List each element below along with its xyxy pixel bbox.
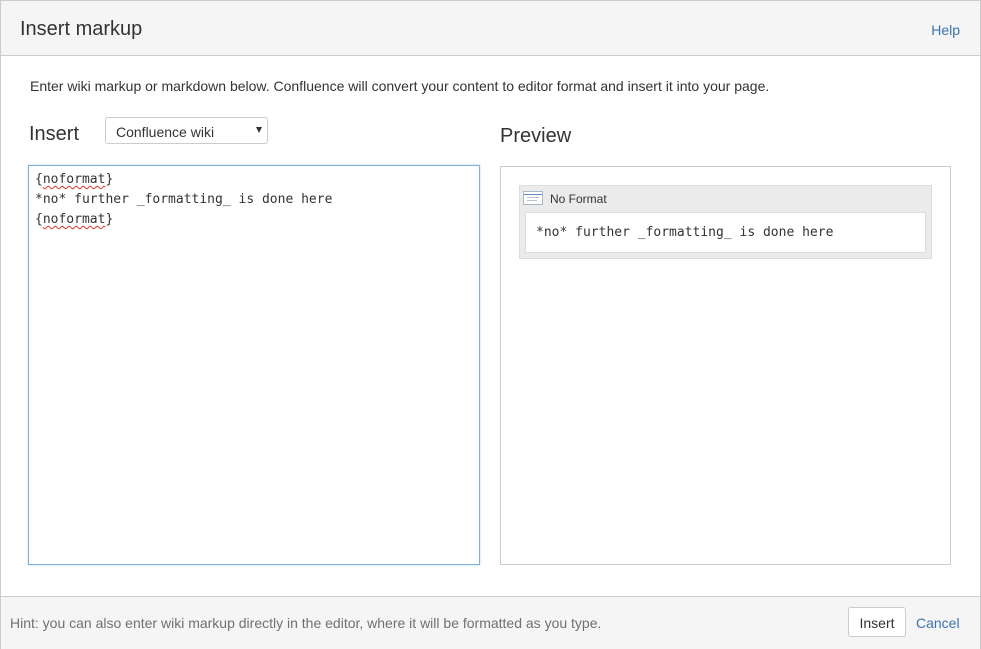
intro-text: Enter wiki markup or markdown below. Con… — [30, 78, 770, 94]
insert-heading: Insert — [29, 123, 80, 145]
insert-button[interactable]: Insert — [848, 607, 906, 637]
help-link[interactable]: Help — [931, 21, 960, 39]
hint-text: Hint: you can also enter wiki markup dir… — [10, 615, 602, 631]
noformat-macro-icon — [523, 191, 543, 205]
dialog-header: Insert markup Help — [1, 1, 980, 56]
editor-misspelled-word: noformat — [42, 172, 106, 187]
preview-pane: No Format *no* further _formatting_ is d… — [500, 166, 951, 565]
dialog-footer: Hint: you can also enter wiki markup dir… — [1, 596, 980, 649]
format-select-value: Confluence wiki — [116, 124, 215, 140]
chevron-down-icon — [256, 127, 262, 133]
markup-input[interactable]: {noformat} *no* further _formatting_ is … — [28, 165, 480, 565]
insert-markup-dialog: Insert markup Help Enter wiki markup or … — [0, 0, 981, 649]
dialog-title: Insert markup — [20, 18, 143, 40]
editor-brace: } — [105, 212, 114, 227]
macro-label: No Format — [550, 192, 607, 206]
macro-body-text: *no* further _formatting_ is done here — [536, 225, 834, 240]
preview-heading: Preview — [500, 125, 572, 147]
editor-line: *no* further _formatting_ is done here — [35, 192, 333, 207]
macro-body: *no* further _formatting_ is done here — [525, 212, 926, 253]
editor-line: {noformat} — [35, 212, 113, 228]
editor-misspelled-word: noformat — [42, 212, 106, 227]
editor-brace: } — [105, 172, 114, 187]
editor-brace: { — [35, 212, 43, 227]
editor-line: {noformat} — [35, 172, 113, 188]
markup-format-select[interactable]: Confluence wiki — [105, 117, 268, 144]
cancel-link[interactable]: Cancel — [916, 614, 960, 632]
editor-brace: { — [35, 172, 43, 187]
noformat-macro: No Format *no* further _formatting_ is d… — [519, 185, 932, 259]
